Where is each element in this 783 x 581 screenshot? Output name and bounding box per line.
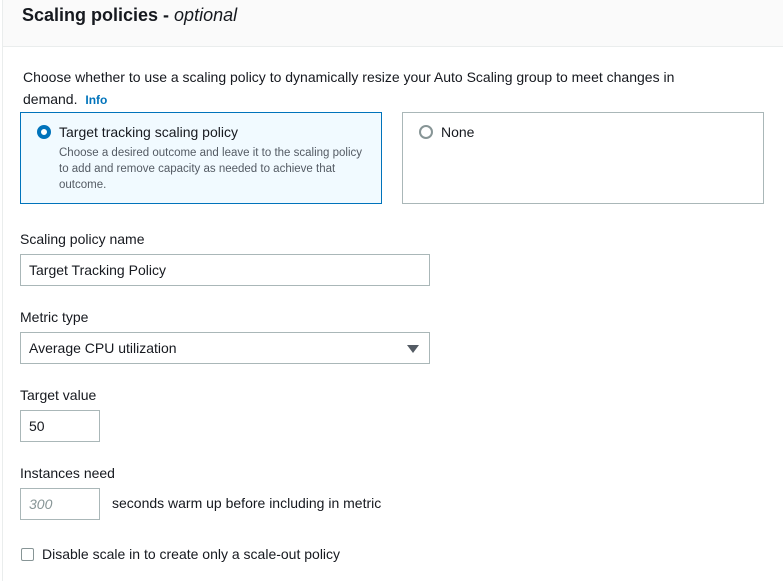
section-title: Scaling policies - optional	[22, 5, 237, 26]
tile-none[interactable]: None	[402, 112, 764, 204]
section-title-optional: optional	[174, 5, 238, 25]
disable-scale-in-label[interactable]: Disable scale in to create only a scale-…	[42, 546, 340, 562]
none-label: None	[441, 124, 475, 140]
info-link[interactable]: Info	[85, 93, 107, 107]
target-value-input[interactable]	[20, 410, 100, 442]
caret-down-icon	[407, 345, 419, 353]
target-tracking-radio[interactable]	[37, 125, 51, 139]
description-text: Choose whether to use a scaling policy t…	[23, 69, 675, 107]
target-value-label: Target value	[20, 387, 97, 403]
scaling-policies-panel: Scaling policies - optional Choose wheth…	[2, 0, 783, 581]
none-radio[interactable]	[419, 125, 433, 139]
section-title-text: Scaling policies -	[22, 5, 175, 25]
metric-type-label: Metric type	[20, 309, 89, 325]
panel-header: Scaling policies - optional	[3, 0, 783, 47]
target-tracking-label: Target tracking scaling policy	[59, 124, 238, 140]
section-description: Choose whether to use a scaling policy t…	[23, 66, 723, 111]
metric-type-select[interactable]: Average CPU utilization	[20, 332, 430, 364]
disable-scale-in-checkbox[interactable]	[21, 548, 34, 561]
warmup-suffix-text: seconds warm up before including in metr…	[112, 495, 382, 511]
target-tracking-description: Choose a desired outcome and leave it to…	[59, 147, 363, 191]
warmup-input[interactable]	[20, 488, 100, 520]
tile-target-tracking[interactable]: Target tracking scaling policy Choose a …	[20, 112, 382, 204]
policy-name-label: Scaling policy name	[20, 231, 145, 247]
policy-name-input[interactable]	[20, 254, 430, 286]
metric-type-value: Average CPU utilization	[29, 340, 177, 356]
instances-need-label: Instances need	[20, 465, 115, 481]
